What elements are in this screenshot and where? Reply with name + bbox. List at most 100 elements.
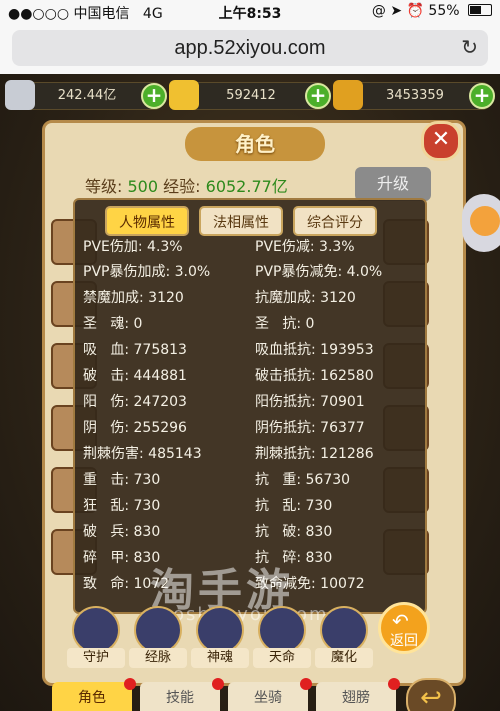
tab-character-attributes[interactable]: 人物属性: [105, 206, 189, 236]
attr-left: 狂 乱: 730: [83, 498, 161, 514]
notification-dot: [388, 678, 400, 690]
level-value: 500: [127, 177, 159, 196]
gold-ingot-icon: [169, 80, 199, 110]
list-item: 破 击: 444881 破击抵抗: 162580: [75, 365, 429, 391]
attr-left: 重 击: 730: [83, 472, 161, 488]
attr-right: 抗 乱: 730: [255, 498, 333, 514]
attr-right: 抗 重: 56730: [255, 472, 351, 488]
attr-right: 阴伤抵抗: 76377: [255, 420, 365, 436]
level-exp-line: 等级: 500 经验: 6052.77亿: [85, 173, 288, 197]
meridian-icon[interactable]: [134, 606, 182, 654]
panel-title: 角色: [185, 127, 325, 161]
attr-right: PVE伤减: 3.3%: [255, 239, 355, 255]
tab-dharma-attributes[interactable]: 法相属性: [199, 206, 283, 236]
attr-left: PVP暴伤加成: 3.0%: [83, 264, 211, 280]
status-right: @ ➤ ⏰ 55%: [372, 3, 492, 19]
tab-wings-label: 翅膀: [342, 690, 370, 706]
exp-value: 6052.77亿: [205, 177, 288, 196]
attr-right: 圣 抗: 0: [255, 316, 315, 332]
level-label: 等级:: [85, 177, 123, 196]
soul-label: 神魂: [191, 648, 249, 668]
currency-treasure-value: 3453359: [386, 88, 444, 103]
return-arrow-button[interactable]: ↩: [406, 678, 456, 711]
currency-treasure: 3453359 +: [333, 80, 495, 110]
upgrade-button[interactable]: 升级: [355, 167, 431, 201]
attr-left: 破 兵: 830: [83, 524, 161, 540]
back-button[interactable]: ↶ 返回: [378, 602, 430, 654]
demonize-icon[interactable]: [320, 606, 368, 654]
meridian-label: 经脉: [129, 648, 187, 668]
list-item: 重 击: 730 抗 重: 56730: [75, 469, 429, 495]
guardian-icon[interactable]: [72, 606, 120, 654]
function-icons: 守护 经脉 神魂 天命 魔化: [67, 606, 430, 672]
tab-wings[interactable]: 翅膀: [316, 678, 400, 711]
tab-skills[interactable]: 技能: [140, 678, 224, 711]
soul-icon[interactable]: [196, 606, 244, 654]
currency-silver-value: 242.44亿: [57, 88, 117, 103]
currency-gold: 592412 +: [169, 80, 331, 110]
attr-right: 抗 破: 830: [255, 524, 333, 540]
attr-left: 碎 甲: 830: [83, 550, 161, 566]
list-item: PVP暴伤加成: 3.0% PVP暴伤减免: 4.0%: [75, 261, 429, 287]
attr-right: 抗魔加成: 3120: [255, 290, 356, 306]
attr-left: 禁魔加成: 3120: [83, 290, 184, 306]
browser-toolbar: app.52xiyou.com ↻: [0, 22, 500, 75]
attr-left: 荆棘伤害: 485143: [83, 446, 202, 462]
game-canvas: 242.44亿 + 592412 + 3453359 + 角色 ✕ 等级: 50…: [0, 74, 500, 711]
attr-right: 阳伤抵抗: 70901: [255, 394, 365, 410]
list-item: 荆棘伤害: 485143 荆棘抵抗: 121286: [75, 443, 429, 469]
attr-left: 圣 魂: 0: [83, 316, 143, 332]
list-item: 狂 乱: 730 抗 乱: 730: [75, 495, 429, 521]
reload-icon[interactable]: ↻: [461, 30, 478, 66]
tab-character-label: 角色: [78, 690, 106, 706]
attr-right: 荆棘抵抗: 121286: [255, 446, 374, 462]
attr-right: PVP暴伤减免: 4.0%: [255, 264, 383, 280]
guardian-label: 守护: [67, 648, 125, 668]
currency-silver: 242.44亿 +: [5, 80, 167, 110]
add-silver-button[interactable]: +: [141, 83, 167, 109]
return-arrow-icon: ↩: [420, 683, 442, 711]
list-item: PVE伤加: 4.3% PVE伤减: 3.3%: [75, 236, 429, 262]
list-item: 阴 伤: 255296 阴伤抵抗: 76377: [75, 417, 429, 443]
url-text: app.52xiyou.com: [174, 37, 326, 59]
list-item: 阳 伤: 247203 阳伤抵抗: 70901: [75, 391, 429, 417]
destiny-label: 天命: [253, 648, 311, 668]
silver-ingot-icon: [5, 80, 35, 110]
destiny-icon[interactable]: [258, 606, 306, 654]
close-icon: ✕: [431, 127, 451, 152]
list-item: 吸 血: 775813 吸血抵抗: 193953: [75, 339, 429, 365]
add-gold-button[interactable]: +: [305, 83, 331, 109]
attr-left: 阳 伤: 247203: [83, 394, 187, 410]
battery-icon: [468, 4, 492, 16]
attr-left: 阴 伤: 255296: [83, 420, 187, 436]
attr-left: PVE伤加: 4.3%: [83, 239, 183, 255]
battery-percent: 55%: [428, 3, 460, 19]
attr-left: 破 击: 444881: [83, 368, 187, 384]
floating-assistant-icon[interactable]: [462, 194, 500, 252]
attr-right: 吸血抵抗: 193953: [255, 342, 374, 358]
status-bar: ●●○○○ 中国电信 4G 上午8:53 @ ➤ ⏰ 55%: [0, 0, 500, 22]
back-label: 返回: [390, 633, 418, 649]
address-bar[interactable]: app.52xiyou.com ↻: [12, 30, 488, 66]
tab-character[interactable]: 角色: [52, 678, 136, 711]
notification-dot: [300, 678, 312, 690]
add-treasure-button[interactable]: +: [469, 83, 495, 109]
notification-dot: [212, 678, 224, 690]
currency-gold-value: 592412: [226, 88, 276, 103]
exp-label: 经验:: [163, 177, 201, 196]
attr-left: 吸 血: 775813: [83, 342, 187, 358]
tab-mount[interactable]: 坐骑: [228, 678, 312, 711]
back-arrow-icon: ↶: [392, 609, 409, 633]
attributes-popup: 人物属性 法相属性 综合评分 PVE伤加: 4.3% PVE伤减: 3.3% PV…: [73, 198, 427, 614]
tab-overall-score[interactable]: 综合评分: [293, 206, 377, 236]
notification-dot: [124, 678, 136, 690]
tab-skills-label: 技能: [166, 690, 194, 706]
treasure-pot-icon: [333, 80, 363, 110]
close-button[interactable]: ✕: [421, 121, 461, 161]
status-icons: @ ➤ ⏰: [371, 3, 424, 19]
attr-right: 破击抵抗: 162580: [255, 368, 374, 384]
list-item: 禁魔加成: 3120 抗魔加成: 3120: [75, 287, 429, 313]
list-item: 圣 魂: 0 圣 抗: 0: [75, 313, 429, 339]
demonize-label: 魔化: [315, 648, 373, 668]
tab-mount-label: 坐骑: [254, 690, 282, 706]
